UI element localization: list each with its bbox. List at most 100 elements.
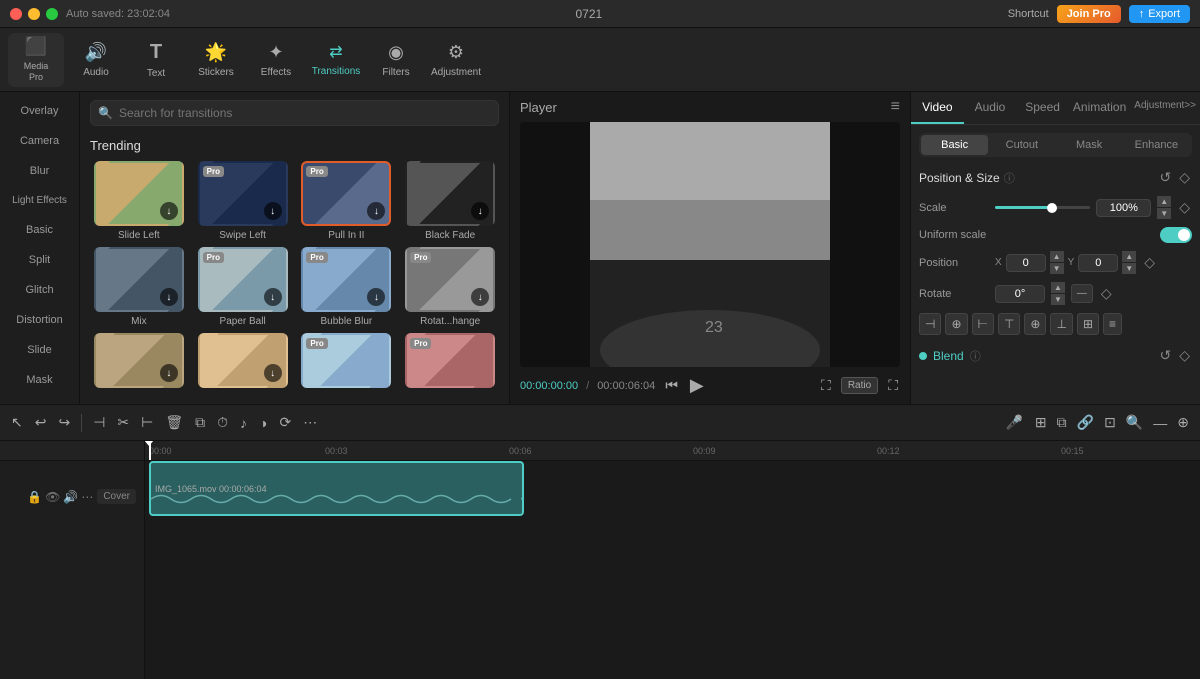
align-right-button[interactable]: ⊢: [972, 313, 994, 335]
pos-y-up[interactable]: ▲: [1122, 251, 1136, 262]
tab-video[interactable]: Video: [911, 92, 964, 124]
pos-y-input[interactable]: 0: [1078, 254, 1118, 272]
align-top-button[interactable]: ⊤: [998, 313, 1020, 335]
ratio-button[interactable]: Ratio: [841, 377, 878, 394]
toolbar-transitions[interactable]: ⇄ Transitions: [308, 33, 364, 87]
diamond-icon[interactable]: ◇: [1177, 167, 1192, 188]
scale-up-button[interactable]: ▲: [1157, 196, 1171, 207]
download-icon[interactable]: ↓: [471, 288, 489, 306]
split2-tool[interactable]: ⧉: [1054, 411, 1070, 434]
category-split[interactable]: Split: [4, 246, 75, 274]
category-mask[interactable]: Mask: [4, 366, 75, 394]
blend-reset-icon[interactable]: ↺: [1157, 345, 1173, 366]
speed-tool[interactable]: ⏱: [214, 411, 231, 434]
crop-button[interactable]: ⛶: [819, 375, 833, 396]
align-center-v-button[interactable]: ⊕: [1024, 313, 1046, 335]
video-clip[interactable]: IMG_1065.mov 00:00:06:04: [149, 461, 524, 516]
play-button[interactable]: ▶: [688, 373, 706, 398]
category-light-effects[interactable]: Light Effects: [4, 187, 75, 214]
align-center-h-button[interactable]: ⊕: [945, 313, 967, 335]
pos-x-down[interactable]: ▼: [1050, 263, 1064, 274]
scale-down-button[interactable]: ▼: [1157, 208, 1171, 219]
transition-row3d[interactable]: Pro: [401, 333, 499, 392]
category-camera[interactable]: Camera: [4, 127, 75, 155]
audio-mute-icon[interactable]: 🔊: [63, 490, 78, 504]
align-bottom-button[interactable]: ⊥: [1050, 313, 1072, 335]
pos-y-down[interactable]: ▼: [1122, 263, 1136, 274]
rotate-input[interactable]: 0°: [995, 285, 1045, 303]
uniform-scale-toggle[interactable]: [1160, 227, 1192, 243]
toolbar-effects[interactable]: ✦ Effects: [248, 33, 304, 87]
transition-pull-in[interactable]: Pro ↓ Pull In II: [298, 161, 396, 241]
more-track-icon[interactable]: ⋯: [81, 490, 93, 504]
subtab-basic[interactable]: Basic: [921, 135, 988, 155]
tab-audio[interactable]: Audio: [964, 92, 1017, 124]
rotate-down[interactable]: ▼: [1051, 294, 1065, 305]
eye-icon[interactable]: 👁: [45, 490, 60, 504]
voice-tool[interactable]: 🎤: [1002, 411, 1025, 434]
align-left-button[interactable]: ⊣: [919, 313, 941, 335]
lock-icon[interactable]: 🔒: [27, 490, 42, 504]
color-tool[interactable]: ◑: [256, 412, 270, 434]
toolbar-stickers[interactable]: 🌟 Stickers: [188, 33, 244, 87]
download-icon[interactable]: ↓: [264, 288, 282, 306]
duplicate-tool[interactable]: ⧉: [192, 411, 208, 434]
split-tool[interactable]: ✂: [114, 411, 132, 434]
zoom-in-tool[interactable]: ⊕: [1174, 411, 1192, 434]
rotate-diamond-icon[interactable]: ◇: [1099, 283, 1114, 304]
tab-animation[interactable]: Animation: [1069, 92, 1130, 124]
scale-value[interactable]: 100%: [1096, 199, 1151, 217]
pos-x-input[interactable]: 0: [1006, 254, 1046, 272]
toolbar-audio[interactable]: 🔊 Audio: [68, 33, 124, 87]
export-button[interactable]: ↑ Export: [1129, 5, 1190, 23]
delete-tool[interactable]: 🗑: [162, 411, 186, 434]
fullscreen-button[interactable]: ⛶: [886, 375, 900, 396]
playhead[interactable]: [149, 441, 151, 460]
subtab-mask[interactable]: Mask: [1056, 135, 1123, 155]
transition-black-fade[interactable]: ↓ Black Fade: [401, 161, 499, 241]
position-diamond-icon[interactable]: ◇: [1142, 252, 1157, 273]
select-tool[interactable]: ↖: [8, 411, 26, 434]
close-button[interactable]: [10, 8, 22, 20]
toolbar-media[interactable]: ⬛ MediaPro: [8, 33, 64, 87]
undo-tool[interactable]: ↩: [32, 411, 50, 434]
download-icon[interactable]: ↓: [160, 364, 178, 382]
rotate-flip-btn[interactable]: —: [1071, 284, 1093, 303]
more-tool[interactable]: ⋯: [300, 411, 320, 434]
link-tool[interactable]: 🔗: [1074, 411, 1097, 434]
transition-row3b[interactable]: ↓: [194, 333, 292, 392]
scale-slider[interactable]: [995, 206, 1090, 209]
transition-swipe-left[interactable]: Pro ↓ Swipe Left: [194, 161, 292, 241]
category-slide[interactable]: Slide: [4, 336, 75, 364]
prev-frame-button[interactable]: ⏮: [663, 375, 680, 396]
pos-x-up[interactable]: ▲: [1050, 251, 1064, 262]
shortcut-button[interactable]: Shortcut: [1008, 8, 1049, 20]
zoom-out-tool[interactable]: 🔍: [1123, 411, 1146, 434]
transition-row3a[interactable]: ↓: [90, 333, 188, 392]
transition-paper-ball[interactable]: Pro ↓ Paper Ball: [194, 247, 292, 327]
transition-mix[interactable]: ↓ Mix: [90, 247, 188, 327]
player-menu-icon[interactable]: ≡: [891, 98, 900, 116]
search-input[interactable]: [90, 100, 499, 126]
category-basic[interactable]: Basic: [4, 216, 75, 244]
category-overlay[interactable]: Overlay: [4, 97, 75, 125]
subtab-enhance[interactable]: Enhance: [1123, 135, 1190, 155]
transform-tool[interactable]: ⟳: [277, 411, 295, 434]
maximize-button[interactable]: [46, 8, 58, 20]
download-icon[interactable]: ↓: [264, 364, 282, 382]
category-glitch[interactable]: Glitch: [4, 276, 75, 304]
toolbar-adjustment[interactable]: ⚙ Adjustment: [428, 33, 484, 87]
transition-slide-left[interactable]: ↓ Slide Left: [90, 161, 188, 241]
category-distortion[interactable]: Distortion: [4, 306, 75, 334]
reset-icon[interactable]: ↺: [1157, 167, 1173, 188]
fit-tool[interactable]: ⊞: [1032, 411, 1050, 434]
download-icon[interactable]: ↓: [367, 288, 385, 306]
toolbar-text[interactable]: T Text: [128, 33, 184, 87]
align-extra-button[interactable]: ≡: [1103, 313, 1122, 335]
transition-rotat-change[interactable]: Pro ↓ Rotat...hange: [401, 247, 499, 327]
tab-adjustment[interactable]: Adjustment>>: [1130, 92, 1200, 124]
join-pro-button[interactable]: Join Pro: [1057, 5, 1121, 23]
download-icon[interactable]: ↓: [160, 202, 178, 220]
minimize-button[interactable]: [28, 8, 40, 20]
subtab-cutout[interactable]: Cutout: [988, 135, 1055, 155]
